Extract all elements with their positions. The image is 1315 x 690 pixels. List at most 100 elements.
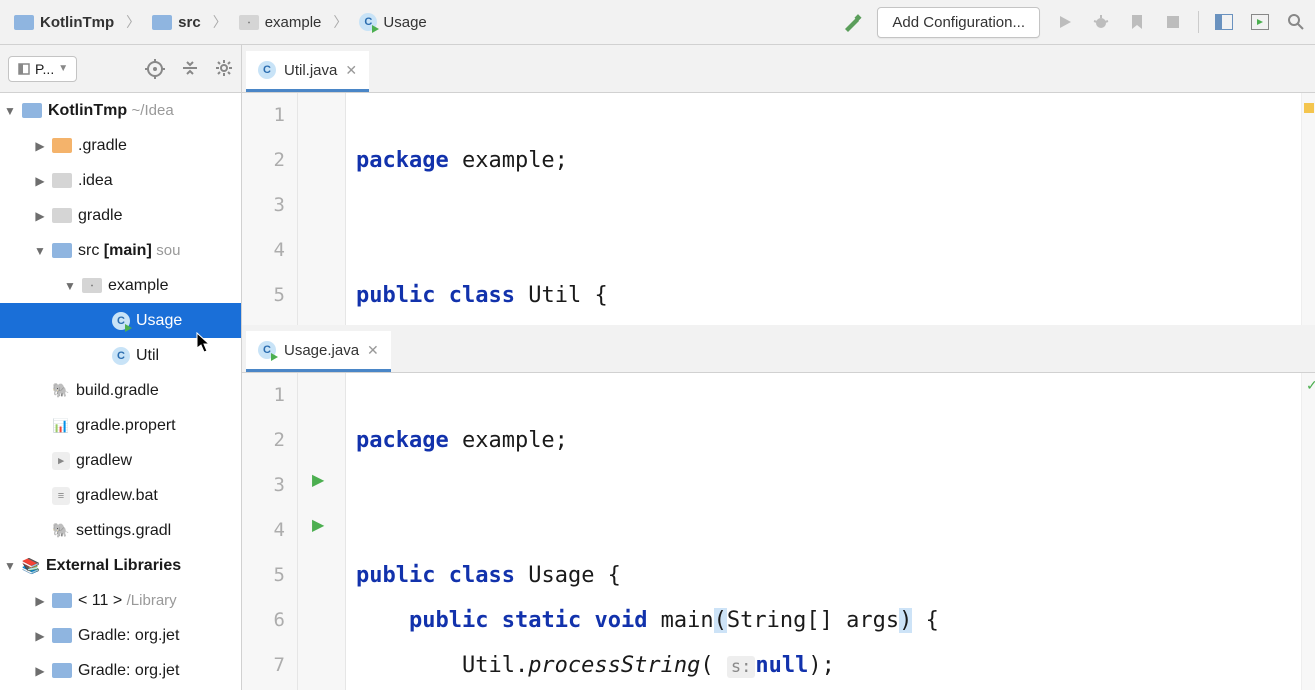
editor-tabs-top: C Util.java ✕ [242, 45, 1315, 93]
code-area[interactable]: package example; public class Util { pub… [346, 93, 1301, 325]
crumb-label: example [265, 14, 322, 31]
kw: static [502, 608, 581, 633]
toolbar-actions: Add Configuration... [841, 7, 1307, 38]
kw: void [594, 608, 647, 633]
chevron-right-icon: 〉 [211, 12, 229, 32]
tree-node[interactable]: ▶Gradle: org.jet [0, 618, 241, 653]
code-text: ); [808, 653, 835, 678]
tree-node[interactable]: ▶< 11 > /Library [0, 583, 241, 618]
tree-node[interactable]: ≡gradlew.bat [0, 478, 241, 513]
coverage-icon[interactable] [1126, 11, 1148, 33]
close-icon[interactable]: ✕ [367, 342, 379, 359]
param-hint: s: [727, 656, 755, 678]
crumb-label: src [178, 14, 201, 31]
kw: null [755, 653, 808, 678]
code-text: example; [449, 428, 568, 453]
ok-marker[interactable]: ✓ [1306, 377, 1315, 387]
stop-icon[interactable] [1162, 11, 1184, 33]
main-toolbar: KotlinTmp 〉 src 〉 example 〉 C Usage Add … [0, 0, 1315, 45]
collapse-icon[interactable] [181, 59, 199, 79]
marker-column: ✓ [1301, 373, 1315, 690]
tab-label: Usage.java [284, 342, 359, 359]
chevron-down-icon: ▼ [58, 63, 68, 74]
project-view-selector[interactable]: P... ▼ [8, 56, 77, 82]
kw: class [449, 563, 515, 588]
crumb-label: KotlinTmp [40, 14, 114, 31]
icon-gutter [298, 93, 346, 325]
add-configuration-button[interactable]: Add Configuration... [877, 7, 1040, 38]
run-window-icon[interactable] [1249, 11, 1271, 33]
code-area[interactable]: package example; public class Usage { pu… [346, 373, 1301, 690]
module-icon [14, 15, 34, 30]
sidebar-header: P... ▼ [0, 45, 241, 93]
tree-node[interactable]: 📊gradle.propert [0, 408, 241, 443]
tree-node[interactable]: 🐘build.gradle [0, 373, 241, 408]
gear-icon[interactable] [215, 59, 233, 79]
code-text: Util { [515, 283, 608, 308]
line-gutter: 12345 [242, 93, 298, 325]
locate-icon[interactable] [145, 59, 165, 79]
line-gutter: 1234567 [242, 373, 298, 690]
crumb-class[interactable]: C Usage [353, 9, 432, 35]
project-tree[interactable]: ▼KotlinTmp ~/Idea▶.gradle▶.idea▶gradle▼s… [0, 93, 241, 690]
code-text: main [647, 608, 713, 633]
chevron-right-icon: 〉 [331, 12, 349, 32]
kw-package: package [356, 148, 449, 173]
tree-node[interactable]: ▼src [main] sou [0, 233, 241, 268]
editor-tabs-bottom: C Usage.java ✕ [242, 325, 1315, 373]
tree-node[interactable]: ▼KotlinTmp ~/Idea [0, 93, 241, 128]
run-gutter-icon[interactable]: ▶ [312, 470, 324, 490]
kw: public [356, 283, 435, 308]
project-icon [17, 62, 31, 76]
selector-label: P... [35, 61, 54, 77]
paren: ) [899, 608, 912, 633]
crumb-label: Usage [383, 14, 426, 31]
editor-util[interactable]: 12345 package example; public class Util… [242, 93, 1315, 325]
marker-column [1301, 93, 1315, 325]
chevron-right-icon: 〉 [124, 12, 142, 32]
crumb-src[interactable]: src [146, 10, 207, 35]
kw: public [409, 608, 488, 633]
icon-gutter: ▶ ▶ [298, 373, 346, 690]
class-run-icon: C [258, 341, 276, 359]
tree-node[interactable]: ▸gradlew [0, 443, 241, 478]
debug-icon[interactable] [1090, 11, 1112, 33]
search-icon[interactable] [1285, 11, 1307, 33]
mouse-cursor [196, 332, 212, 354]
crumb-package[interactable]: example [233, 10, 328, 35]
layout-icon[interactable] [1213, 11, 1235, 33]
run-icon[interactable] [1054, 11, 1076, 33]
kw: package [356, 428, 449, 453]
run-gutter-icon[interactable]: ▶ [312, 515, 324, 535]
method-call: processString [528, 653, 700, 678]
code-text: Usage { [515, 563, 621, 588]
breadcrumb: KotlinTmp 〉 src 〉 example 〉 C Usage [8, 9, 841, 35]
kw: class [449, 283, 515, 308]
project-sidebar: P... ▼ ▼KotlinTmp ~/Idea▶.gradle▶.idea▶g… [0, 45, 242, 690]
tree-node[interactable]: ▶.gradle [0, 128, 241, 163]
code-text: ( [700, 653, 727, 678]
package-icon [239, 15, 259, 30]
tree-node[interactable]: ▶gradle [0, 198, 241, 233]
separator [1198, 11, 1199, 33]
code-text: String[] args [727, 608, 899, 633]
tree-node[interactable]: ▼📚External Libraries [0, 548, 241, 583]
build-icon[interactable] [841, 11, 863, 33]
class-icon: C [258, 61, 276, 79]
code-text: Util. [356, 653, 528, 678]
tree-node[interactable]: ▼example [0, 268, 241, 303]
code-text: example; [449, 148, 568, 173]
tree-node[interactable]: ▶Gradle: org.jet [0, 653, 241, 688]
close-icon[interactable]: ✕ [345, 62, 357, 79]
src-folder-icon [152, 15, 172, 30]
code-text: { [912, 608, 939, 633]
warning-marker[interactable] [1304, 103, 1314, 113]
tab-usage[interactable]: C Usage.java ✕ [246, 331, 391, 372]
crumb-project[interactable]: KotlinTmp [8, 10, 120, 35]
tab-label: Util.java [284, 62, 337, 79]
tree-node[interactable]: 🐘settings.gradl [0, 513, 241, 548]
editor-usage[interactable]: 1234567 ▶ ▶ package example; public clas… [242, 373, 1315, 690]
tab-util[interactable]: C Util.java ✕ [246, 51, 369, 92]
kw: public [356, 563, 435, 588]
tree-node[interactable]: ▶.idea [0, 163, 241, 198]
